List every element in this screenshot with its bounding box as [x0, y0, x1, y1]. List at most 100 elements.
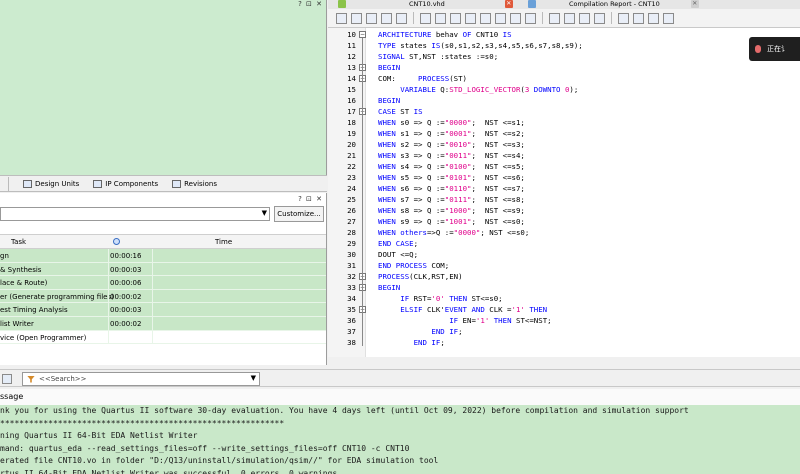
toggle-icon[interactable]: [579, 12, 590, 24]
message-line[interactable]: nk you for using the Quartus II software…: [0, 406, 689, 415]
code-line: BEGIN: [378, 63, 401, 72]
column-time[interactable]: Time: [215, 238, 232, 246]
arrow-right-icon[interactable]: [618, 12, 629, 24]
task-time: 00:00:03: [110, 265, 142, 274]
line-number: 33: [347, 283, 356, 292]
line-number: 16: [347, 96, 356, 105]
code-line: PROCESS(CLK,RST,EN): [378, 272, 463, 281]
code-line: WHEN s1 => Q :="0001"; NST <=s2;: [378, 129, 525, 138]
message-line[interactable]: ****************************************…: [0, 419, 284, 428]
column-divider: [152, 303, 153, 316]
task-row[interactable]: list Writer 00:00:02: [0, 317, 326, 331]
customize-button[interactable]: Customize...: [274, 206, 324, 222]
tab-cnt10-vhd[interactable]: CNT10.vhd ✕: [338, 0, 513, 9]
microphone-icon: [755, 45, 761, 53]
code-editor[interactable]: ARCHITECTURE behav OF CNT10 IS TYPE state…: [366, 28, 800, 357]
message-line[interactable]: ning Quartus II 64-Bit EDA Netlist Write…: [0, 431, 197, 440]
line-number: 30: [347, 250, 356, 259]
tab-label: Compilation Report - CNT10: [569, 0, 660, 8]
task-row[interactable]: lace & Route) 00:00:06: [0, 276, 326, 290]
line-number: 10: [347, 30, 356, 39]
message-search-input[interactable]: <<Search>> ▼: [22, 372, 260, 386]
task-row[interactable]: est Timing Analysis 00:00:03: [0, 303, 326, 317]
voice-input-toast[interactable]: 正在讠: [749, 37, 800, 61]
message-line[interactable]: rtus II 64-Bit EDA Netlist Writer was su…: [0, 469, 337, 474]
toolbar-separator: [611, 12, 612, 24]
column-divider: [152, 317, 153, 330]
code-line: SIGNAL ST,NST :states :=s0;: [378, 52, 499, 61]
column-divider: [108, 276, 109, 289]
comment-icon[interactable]: [351, 12, 362, 24]
decrease-indent-icon[interactable]: [525, 12, 536, 24]
messages-toolbar: <<Search>> ▼: [0, 369, 800, 387]
tab-revisions[interactable]: Revisions: [172, 176, 217, 191]
bookmark-icon[interactable]: [420, 12, 431, 24]
message-line[interactable]: mand: quartus_eda --read_settings_files=…: [0, 444, 409, 453]
vhd-file-icon: [338, 0, 346, 8]
task-time: 00:00:02: [110, 320, 142, 328]
task-row[interactable]: & Synthesis 00:00:03: [0, 262, 326, 277]
column-divider: [152, 249, 153, 262]
task-time: 00:00:03: [110, 306, 142, 315]
task-name: list Writer: [0, 320, 34, 328]
code-line: ARCHITECTURE behav OF CNT10 IS: [378, 30, 512, 39]
pane-window-controls[interactable]: ? ⊡ ✕: [298, 0, 323, 8]
arrow-right-end-icon[interactable]: [633, 12, 644, 24]
tab-compilation-report[interactable]: Compilation Report - CNT10 ✕: [528, 0, 699, 9]
chevron-down-icon[interactable]: ▼: [251, 374, 256, 382]
line-number: 12: [347, 52, 356, 61]
funnel-icon: [27, 375, 35, 383]
line-number: 11: [347, 41, 356, 50]
task-name: est Timing Analysis: [0, 306, 68, 315]
search-placeholder: <<Search>>: [39, 375, 87, 383]
delete-line-icon[interactable]: [564, 12, 575, 24]
project-navigator-pane: ? ⊡ ✕: [0, 0, 327, 175]
window-icon[interactable]: [648, 12, 659, 24]
tab-label: CNT10.vhd: [409, 0, 445, 8]
column-task[interactable]: Task: [11, 238, 26, 246]
goto-line-icon[interactable]: [594, 12, 605, 24]
replace-icon[interactable]: [381, 12, 392, 24]
open-icon[interactable]: [336, 12, 347, 24]
code-line: END IF;: [431, 327, 463, 336]
flow-select[interactable]: ▼: [0, 207, 270, 221]
tab-hierarchy[interactable]: [0, 176, 9, 191]
task-pane-controls[interactable]: ? ⊡ ✕: [298, 195, 323, 203]
task-table-header: Task Time: [0, 234, 326, 249]
indent-icon[interactable]: [396, 12, 407, 24]
close-icon[interactable]: ✕: [690, 0, 699, 8]
find-icon[interactable]: [366, 12, 377, 24]
uncomment-icon[interactable]: [495, 12, 506, 24]
line-number: 18: [347, 118, 356, 127]
line-number: 24: [347, 184, 356, 193]
clear-bookmarks-icon[interactable]: [465, 12, 476, 24]
next-bookmark-icon[interactable]: [435, 12, 446, 24]
column-divider: [108, 262, 109, 276]
fold-toggle-icon[interactable]: −: [359, 31, 366, 38]
increase-indent-icon[interactable]: [510, 12, 521, 24]
clock-icon: [113, 238, 120, 245]
line-number: 37: [347, 327, 356, 336]
message-filter-icon[interactable]: [2, 374, 12, 384]
code-line: BEGIN: [378, 283, 401, 292]
column-divider: [108, 289, 109, 303]
line-number-gutter: 10−111213−14−151617−18192021222324252627…: [328, 28, 366, 357]
task-row[interactable]: gn 00:00:16: [0, 249, 326, 263]
tab-ip-components[interactable]: IP Components: [93, 176, 158, 191]
task-time: 00:00:02: [110, 292, 142, 301]
insert-line-icon[interactable]: [549, 12, 560, 24]
task-row[interactable]: er (Generate programming files) 00:00:02: [0, 289, 326, 304]
task-name: vice (Open Programmer): [0, 333, 87, 342]
messages-list: nk you for using the Quartus II software…: [0, 405, 800, 474]
prev-bookmark-icon[interactable]: [450, 12, 461, 24]
insert-template-icon[interactable]: [480, 12, 491, 24]
code-line: BEGIN: [378, 96, 401, 105]
line-number: 34: [347, 294, 356, 303]
task-row[interactable]: vice (Open Programmer): [0, 330, 326, 345]
message-line[interactable]: erated file CNT10.vo in folder "D:/Q13/u…: [0, 456, 438, 465]
code-line: WHEN s0 => Q :="0000"; NST <=s1;: [378, 118, 525, 127]
window-split-icon[interactable]: [663, 12, 674, 24]
tab-design-units[interactable]: Design Units: [23, 176, 79, 191]
close-icon[interactable]: ✕: [504, 0, 513, 8]
line-number: 32: [347, 272, 356, 281]
